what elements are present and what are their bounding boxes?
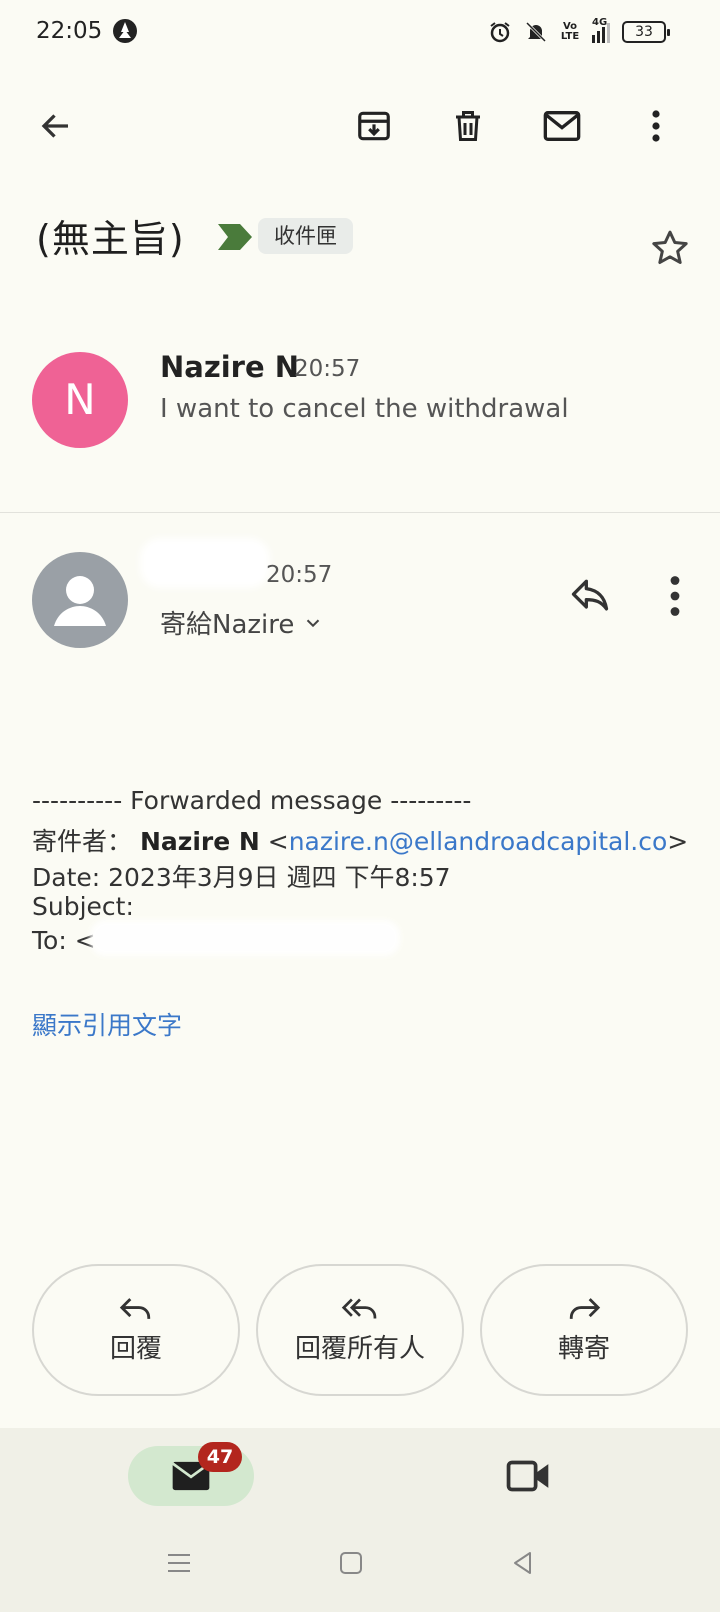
reply-icon[interactable] bbox=[568, 574, 612, 618]
recipient-details-toggle[interactable]: 寄給Nazire bbox=[160, 604, 324, 641]
signal-icon: 4G bbox=[592, 17, 610, 43]
message-divider bbox=[0, 512, 720, 513]
forwarded-to: To: < bbox=[32, 926, 96, 955]
forward-button[interactable]: 轉寄 bbox=[480, 1264, 688, 1396]
more-vert-icon[interactable] bbox=[660, 574, 690, 618]
inbox-label-chip[interactable]: 收件匣 bbox=[258, 218, 353, 254]
important-marker-icon[interactable] bbox=[218, 224, 252, 250]
status-time: 22:05 bbox=[36, 18, 103, 44]
message-time: 20:57 bbox=[266, 562, 333, 588]
back-arrow-icon[interactable] bbox=[34, 104, 78, 148]
forwarded-from: 寄件者： Nazire N <nazire.n@ellandroadcapita… bbox=[32, 827, 689, 856]
thread-subject: (無主旨) bbox=[36, 217, 185, 261]
unread-count-badge: 47 bbox=[198, 1442, 242, 1472]
alarm-icon bbox=[490, 22, 510, 43]
battery-icon: 33 bbox=[622, 21, 670, 43]
trash-icon[interactable] bbox=[446, 104, 490, 148]
star-icon[interactable] bbox=[650, 228, 690, 268]
forward-icon bbox=[569, 1297, 601, 1319]
reply-all-label: 回覆所有人 bbox=[294, 1333, 425, 1364]
bell-off-icon bbox=[525, 21, 547, 43]
message-time: 20:57 bbox=[294, 356, 361, 382]
reply-all-button[interactable]: 回覆所有人 bbox=[256, 1264, 464, 1396]
sender-name[interactable]: Nazire N bbox=[160, 350, 299, 384]
to-label: To: < bbox=[32, 926, 96, 955]
back-nav-icon[interactable] bbox=[508, 1548, 538, 1578]
recipient-label: 寄給Nazire bbox=[160, 610, 295, 640]
sender-avatar[interactable]: N bbox=[32, 352, 128, 448]
more-vert-icon[interactable] bbox=[634, 104, 678, 148]
reply-icon bbox=[119, 1297, 151, 1319]
from-label: 寄件者： bbox=[32, 827, 133, 856]
reply-all-icon bbox=[341, 1298, 377, 1318]
status-icons: Vo LTE 4G 33 bbox=[488, 17, 670, 46]
reply-button[interactable]: 回覆 bbox=[32, 1264, 240, 1396]
forwarded-subject: Subject: bbox=[32, 892, 134, 921]
forwarded-date: Date: 2023年3月9日 週四 下午8:57 bbox=[32, 863, 451, 892]
video-call-icon[interactable] bbox=[506, 1456, 550, 1496]
from-email-link[interactable]: nazire.n@ellandroadcapital.co bbox=[289, 827, 668, 856]
show-quoted-text-link[interactable]: 顯示引用文字 bbox=[32, 1006, 182, 1042]
home-nav-icon[interactable] bbox=[336, 1548, 366, 1578]
app-notification-icon bbox=[113, 19, 137, 43]
forwarded-header: ---------- Forwarded message --------- bbox=[32, 786, 472, 815]
volte-icon: Vo LTE bbox=[560, 21, 580, 42]
archive-icon[interactable] bbox=[352, 104, 396, 148]
default-avatar[interactable] bbox=[32, 552, 128, 648]
from-name: Nazire N bbox=[139, 827, 260, 856]
bottom-navigation bbox=[0, 1428, 720, 1612]
message-snippet[interactable]: I want to cancel the withdrawal bbox=[160, 394, 569, 424]
redacted-sender bbox=[140, 538, 270, 588]
mark-unread-icon[interactable] bbox=[540, 104, 584, 148]
person-icon bbox=[54, 576, 106, 626]
chevron-down-icon bbox=[307, 619, 320, 627]
reply-label: 回覆 bbox=[109, 1333, 162, 1364]
forward-label: 轉寄 bbox=[557, 1333, 610, 1364]
recents-nav-icon[interactable] bbox=[164, 1548, 194, 1578]
redacted-recipient bbox=[90, 920, 400, 956]
